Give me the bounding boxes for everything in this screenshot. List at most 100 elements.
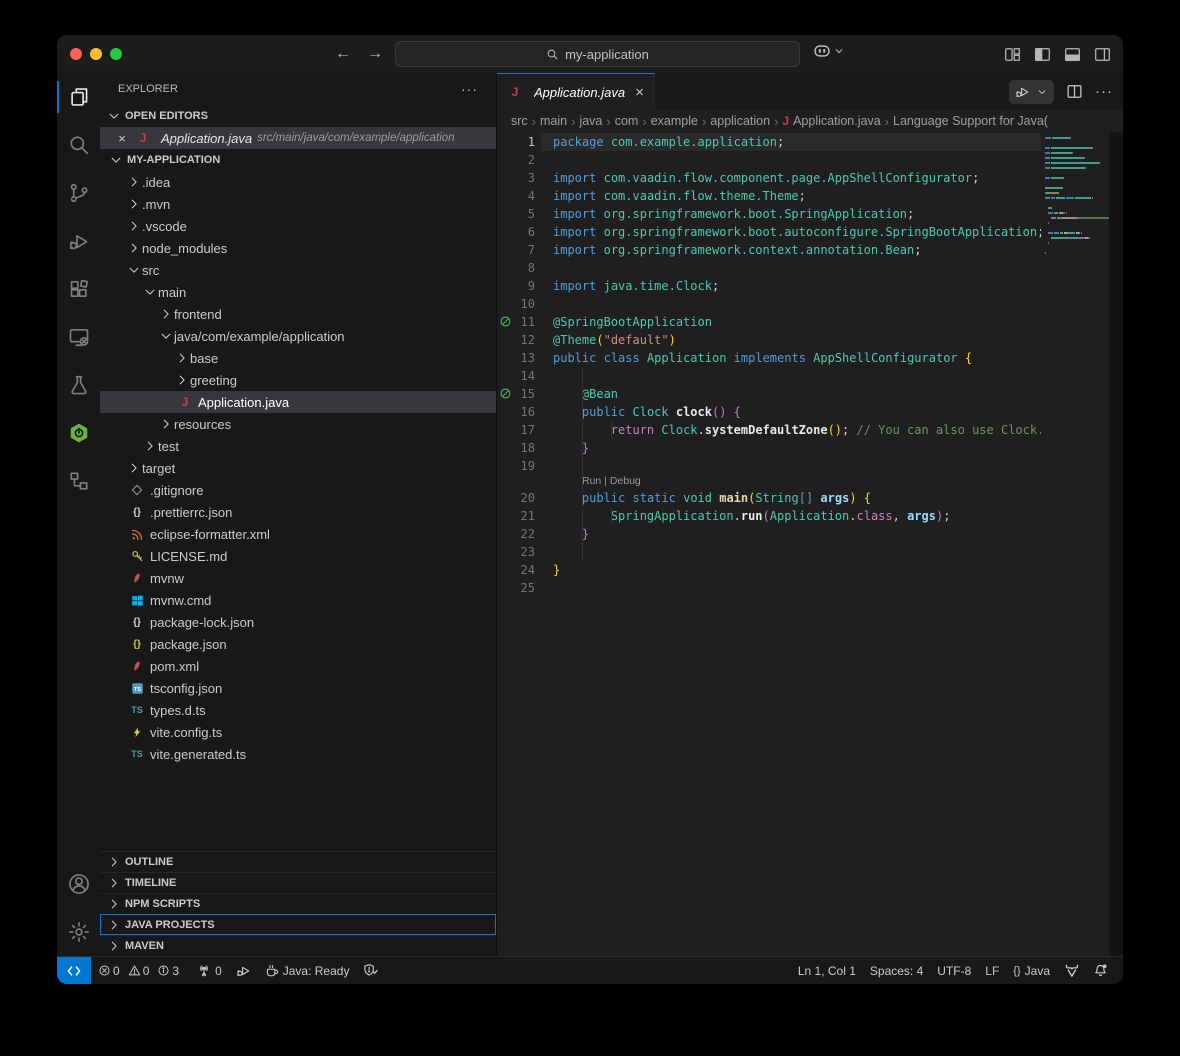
activity-structure[interactable] — [57, 457, 100, 505]
activity-source-control[interactable] — [57, 169, 100, 217]
tree-item-vite.config.ts[interactable]: vite.config.ts — [100, 721, 496, 743]
command-center-search[interactable]: my-application — [395, 41, 800, 67]
split-editor-button[interactable] — [1066, 83, 1083, 100]
tree-item-package.json[interactable]: {}package.json — [100, 633, 496, 655]
tab-application-java[interactable]: J Application.java × — [497, 73, 655, 110]
tree-item-mvnw[interactable]: mvnw — [100, 567, 496, 589]
code-editor[interactable]: 1package com.example.application;23impor… — [497, 132, 1123, 956]
breadcrumb-example[interactable]: example — [651, 114, 698, 128]
breadcrumb-java[interactable]: java — [579, 114, 602, 128]
code-line-11[interactable]: 11@SpringBootApplication — [497, 313, 1041, 331]
close-editor-icon[interactable]: × — [114, 131, 130, 146]
close-window-button[interactable] — [70, 48, 82, 60]
tree-item-base[interactable]: base — [100, 347, 496, 369]
breadcrumb-language-support-for-java-[interactable]: Language Support for Java( — [893, 114, 1048, 128]
status-utf-8[interactable]: UTF-8 — [930, 957, 978, 984]
project-root-header[interactable]: MY-APPLICATION — [100, 149, 496, 171]
code-line-25[interactable]: 25 — [497, 579, 1041, 597]
code-line-8[interactable]: 8 — [497, 259, 1041, 277]
status-bell-dot[interactable] — [1086, 957, 1115, 984]
editor-more-actions-button[interactable]: ··· — [1095, 83, 1113, 100]
code-line-23[interactable]: 23 — [497, 543, 1041, 561]
status-radio-tower[interactable]: 0 — [190, 957, 229, 984]
tree-item-.mvn[interactable]: .mvn — [100, 193, 496, 215]
activity-explorer[interactable] — [57, 73, 100, 121]
status-lf[interactable]: LF — [978, 957, 1006, 984]
tree-item-.gitignore[interactable]: .gitignore — [100, 479, 496, 501]
toggle-panel-button[interactable] — [1064, 46, 1081, 63]
code-line-10[interactable]: 10 — [497, 295, 1041, 313]
panel-timeline[interactable]: TIMELINE — [100, 872, 496, 893]
status-ln-1-col-1[interactable]: Ln 1, Col 1 — [791, 957, 863, 984]
code-line-22[interactable]: 22 } — [497, 525, 1041, 543]
tree-item-application.java[interactable]: JApplication.java — [100, 391, 496, 413]
tree-item-main[interactable]: main — [100, 281, 496, 303]
copilot-button[interactable] — [813, 42, 845, 60]
activity-run-and-debug[interactable] — [57, 217, 100, 265]
breadcrumb-application[interactable]: application — [710, 114, 770, 128]
status-spaces-4[interactable]: Spaces: 4 — [863, 957, 930, 984]
chevron-down-icon[interactable] — [1033, 86, 1051, 98]
status-remote[interactable] — [57, 957, 91, 984]
code-line-6[interactable]: 6import org.springframework.boot.autocon… — [497, 223, 1041, 241]
activity-accounts[interactable] — [57, 860, 100, 908]
activity-testing[interactable] — [57, 361, 100, 409]
codelens-run-debug[interactable]: Run | Debug — [497, 475, 1041, 489]
code-line-15[interactable]: 15 @Bean — [497, 385, 1041, 403]
tree-item-mvnw.cmd[interactable]: mvnw.cmd — [100, 589, 496, 611]
open-editor-item[interactable]: × J Application.java src/main/java/com/e… — [100, 127, 496, 149]
code-line-12[interactable]: 12@Theme("default") — [497, 331, 1041, 349]
tree-item-.prettierrc.json[interactable]: {}.prettierrc.json — [100, 501, 496, 523]
tree-item-resources[interactable]: resources — [100, 413, 496, 435]
tree-item-frontend[interactable]: frontend — [100, 303, 496, 325]
code-line-7[interactable]: 7import org.springframework.context.anno… — [497, 241, 1041, 259]
panel-npm-scripts[interactable]: NPM SCRIPTS — [100, 893, 496, 914]
minimize-window-button[interactable] — [90, 48, 102, 60]
code-line-9[interactable]: 9import java.time.Clock; — [497, 277, 1041, 295]
status-coffee[interactable]: Java: Ready — [258, 957, 357, 984]
code-line-2[interactable]: 2 — [497, 151, 1041, 169]
breadcrumb-src[interactable]: src — [511, 114, 528, 128]
tree-item-package-lock.json[interactable]: {}package-lock.json — [100, 611, 496, 633]
panel-maven[interactable]: MAVEN — [100, 935, 496, 956]
code-line-18[interactable]: 18 } — [497, 439, 1041, 457]
tree-item-.vscode[interactable]: .vscode — [100, 215, 496, 237]
activity-search[interactable] — [57, 121, 100, 169]
tree-item-target[interactable]: target — [100, 457, 496, 479]
status-vaadin[interactable] — [1057, 957, 1086, 984]
tree-item-eclipse-formatter.xml[interactable]: eclipse-formatter.xml — [100, 523, 496, 545]
spring-bean-gutter-icon[interactable] — [499, 315, 513, 329]
minimap[interactable] — [1041, 132, 1109, 260]
code-line-20[interactable]: 20 public static void main(String[] args… — [497, 489, 1041, 507]
zoom-window-button[interactable] — [110, 48, 122, 60]
code-line-17[interactable]: 17 return Clock.systemDefaultZone(); // … — [497, 421, 1041, 439]
status-shield-check[interactable] — [356, 957, 385, 984]
activity-settings[interactable] — [57, 908, 100, 956]
tree-item-.idea[interactable]: .idea — [100, 171, 496, 193]
spring-bean-gutter-icon[interactable] — [499, 387, 513, 401]
code-line-19[interactable]: 19 — [497, 457, 1041, 475]
editor-scrollbar[interactable] — [1109, 132, 1123, 956]
code-line-24[interactable]: 24} — [497, 561, 1041, 579]
toggle-secondary-sidebar-button[interactable] — [1094, 46, 1111, 63]
explorer-more-actions-button[interactable]: ··· — [461, 81, 478, 97]
forward-arrow-icon[interactable]: → — [367, 45, 383, 63]
tree-item-java-com-example-application[interactable]: java/com/example/application — [100, 325, 496, 347]
breadcrumb-main[interactable]: main — [540, 114, 567, 128]
status-problems[interactable]: 003 — [91, 957, 190, 984]
activity-extensions[interactable] — [57, 265, 100, 313]
run-or-debug-button[interactable] — [1009, 80, 1054, 104]
breadcrumb-com[interactable]: com — [615, 114, 639, 128]
tree-item-types.d.ts[interactable]: TStypes.d.ts — [100, 699, 496, 721]
panel-outline[interactable]: OUTLINE — [100, 851, 496, 872]
code-line-5[interactable]: 5import org.springframework.boot.SpringA… — [497, 205, 1041, 223]
open-editors-header[interactable]: OPEN EDITORS — [100, 105, 496, 127]
tree-item-test[interactable]: test — [100, 435, 496, 457]
activity-spring-boot-dashboard[interactable] — [57, 409, 100, 457]
breadcrumb-application.java[interactable]: JApplication.java — [782, 114, 880, 128]
code-line-1[interactable]: 1package com.example.application; — [497, 133, 1041, 151]
close-tab-icon[interactable]: × — [635, 84, 644, 101]
code-line-13[interactable]: 13public class Application implements Ap… — [497, 349, 1041, 367]
tree-item-pom.xml[interactable]: pom.xml — [100, 655, 496, 677]
tree-item-greeting[interactable]: greeting — [100, 369, 496, 391]
